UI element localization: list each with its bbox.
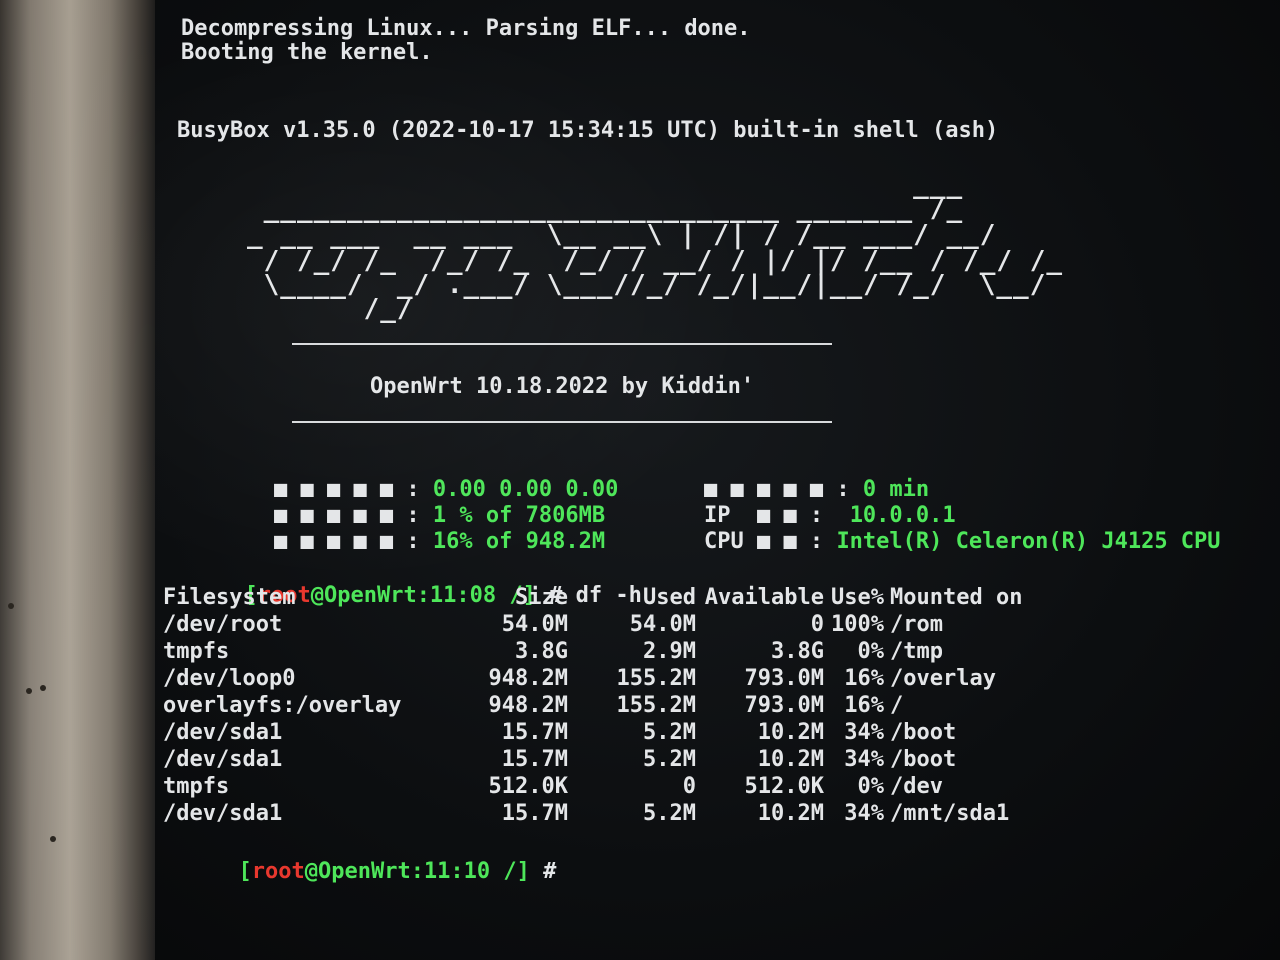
- df-cell-available: 512.0K: [744, 774, 824, 799]
- df-row: tmpfs 512.0K 0 512.0K 0% /dev: [163, 773, 1050, 800]
- boot-line-kernel: Booting the kernel.: [181, 40, 433, 65]
- df-row: overlayfs:/overlay 948.2M 155.2M 793.0M …: [163, 692, 1050, 719]
- df-header-filesystem: Filesystem: [163, 585, 296, 610]
- df-cell-available: 793.0M: [744, 693, 824, 718]
- df-cell-used: 5.2M: [643, 801, 696, 826]
- bezel-speck: [26, 688, 32, 694]
- df-header-mounted-on: Mounted on: [890, 585, 1023, 610]
- df-row: tmpfs 3.8G 2.9M 3.8G 0% /tmp: [163, 638, 1050, 665]
- terminal-screen: Decompressing Linux... Parsing ELF... do…: [155, 0, 1280, 960]
- df-cell-available: 10.2M: [757, 801, 824, 826]
- df-cell-use-percent: 16%: [844, 666, 884, 691]
- prompt-path: /: [490, 859, 517, 884]
- df-cell-use-percent: 34%: [844, 801, 884, 826]
- df-cell-available: 3.8G: [771, 639, 824, 664]
- df-cell-size: 3.8G: [515, 639, 568, 664]
- logo-art-line: _ __ ___ __ ___ \__ __\ | /| / /__ ___/ …: [247, 220, 997, 250]
- df-cell-filesystem: /dev/sda1: [163, 801, 283, 826]
- df-cell-used: 5.2M: [643, 720, 696, 745]
- df-row: /dev/loop0 948.2M 155.2M 793.0M 16% /ove…: [163, 665, 1050, 692]
- df-header-size: Size: [515, 585, 568, 610]
- df-cell-size: 54.0M: [501, 612, 568, 637]
- df-cell-filesystem: tmpfs: [163, 639, 230, 664]
- df-cell-use-percent: 34%: [844, 720, 884, 745]
- logo-art-line: _______________________________ _______ …: [247, 194, 964, 224]
- boot-line-decompress: Decompressing Linux... Parsing ELF... do…: [181, 16, 751, 41]
- df-cell-size: 512.0K: [488, 774, 568, 799]
- df-cell-use-percent: 34%: [844, 747, 884, 772]
- df-cell-use-percent: 0%: [857, 774, 885, 799]
- prompt-hash: #: [529, 859, 557, 884]
- df-header-used: Used: [643, 585, 696, 610]
- df-cell-used: 5.2M: [643, 747, 696, 772]
- df-header-use-percent: Use%: [831, 585, 884, 610]
- df-cell-size: 948.2M: [488, 693, 568, 718]
- df-cell-mounted-on: /mnt/sda1: [890, 801, 1010, 826]
- df-cell-use-percent: 100%: [831, 612, 884, 637]
- df-cell-available: 10.2M: [757, 720, 824, 745]
- prompt-open-bracket: [: [238, 859, 252, 884]
- logo-art-line: /_/: [247, 294, 414, 324]
- df-cell-filesystem: /dev/sda1: [163, 747, 283, 772]
- bezel-speck: [40, 685, 46, 691]
- stat-cpu-value: Intel(R) Celeron(R) J4125 CPU: [836, 529, 1221, 554]
- prompt-at: @: [304, 859, 318, 884]
- prompt-host: OpenWrt: [317, 859, 411, 884]
- monitor-bezel: [0, 0, 160, 960]
- prompt-time: :11:10: [410, 859, 491, 884]
- df-cell-size: 15.7M: [501, 720, 568, 745]
- bezel-speck: [8, 603, 14, 609]
- divider-bottom: [292, 421, 832, 423]
- divider-top: [292, 343, 832, 345]
- df-cell-filesystem: /dev/loop0: [163, 666, 296, 691]
- df-cell-mounted-on: /: [890, 693, 904, 718]
- prompt-user: root: [251, 859, 305, 884]
- df-cell-mounted-on: /overlay: [890, 666, 996, 691]
- df-header-available: Available: [704, 585, 824, 610]
- df-cell-used: 155.2M: [616, 693, 696, 718]
- df-cell-filesystem: tmpfs: [163, 774, 230, 799]
- stat-cpu-label: CPU ■ ■ :: [703, 529, 824, 554]
- df-output-table: Filesystem Size Used Available Use% Moun…: [163, 584, 1050, 827]
- df-cell-size: 948.2M: [488, 666, 568, 691]
- df-cell-used: 2.9M: [643, 639, 696, 664]
- shell-prompt-current[interactable]: [root@OpenWrt:11:10 /] #: [159, 834, 556, 909]
- stat-disk-label: ■ ■ ■ ■ ■ :: [273, 529, 420, 554]
- df-cell-filesystem: /dev/sda1: [163, 720, 283, 745]
- df-cell-used: 0: [682, 774, 696, 799]
- df-cell-use-percent: 0%: [857, 639, 885, 664]
- df-row: /dev/root 54.0M 54.0M 0 100% /rom: [163, 611, 1050, 638]
- df-cell-mounted-on: /dev: [890, 774, 943, 799]
- df-cell-filesystem: overlayfs:/overlay: [163, 693, 402, 718]
- prompt-close-bracket: ]: [516, 859, 530, 884]
- df-cell-filesystem: /dev/root: [163, 612, 283, 637]
- df-header-row: Filesystem Size Used Available Use% Moun…: [163, 584, 1050, 611]
- photo-scene: Decompressing Linux... Parsing ELF... do…: [0, 0, 1280, 960]
- df-cell-use-percent: 16%: [844, 693, 884, 718]
- df-row: /dev/sda1 15.7M 5.2M 10.2M 34% /boot: [163, 746, 1050, 773]
- df-cell-size: 15.7M: [501, 747, 568, 772]
- df-cell-mounted-on: /tmp: [890, 639, 943, 664]
- bezel-speck: [50, 836, 56, 842]
- df-row: /dev/sda1 15.7M 5.2M 10.2M 34% /mnt/sda1: [163, 800, 1050, 827]
- df-cell-available: 793.0M: [744, 666, 824, 691]
- df-cell-used: 155.2M: [616, 666, 696, 691]
- busybox-banner: BusyBox v1.35.0 (2022-10-17 15:34:15 UTC…: [177, 118, 999, 143]
- df-cell-mounted-on: /rom: [890, 612, 943, 637]
- df-cell-size: 15.7M: [501, 801, 568, 826]
- df-row: /dev/sda1 15.7M 5.2M 10.2M 34% /boot: [163, 719, 1050, 746]
- df-cell-mounted-on: /boot: [890, 720, 957, 745]
- stat-disk-value: 16% of 948.2M: [432, 529, 606, 554]
- df-cell-used: 54.0M: [629, 612, 696, 637]
- openwrt-version-line: OpenWrt 10.18.2022 by Kiddin': [370, 374, 755, 399]
- df-cell-mounted-on: /boot: [890, 747, 957, 772]
- df-cell-available: 10.2M: [757, 747, 824, 772]
- df-cell-available: 0: [810, 612, 824, 637]
- stat-cpu-row: CPU ■ ■ : Intel(R) Celeron(R) J4125 CPU: [598, 504, 1221, 579]
